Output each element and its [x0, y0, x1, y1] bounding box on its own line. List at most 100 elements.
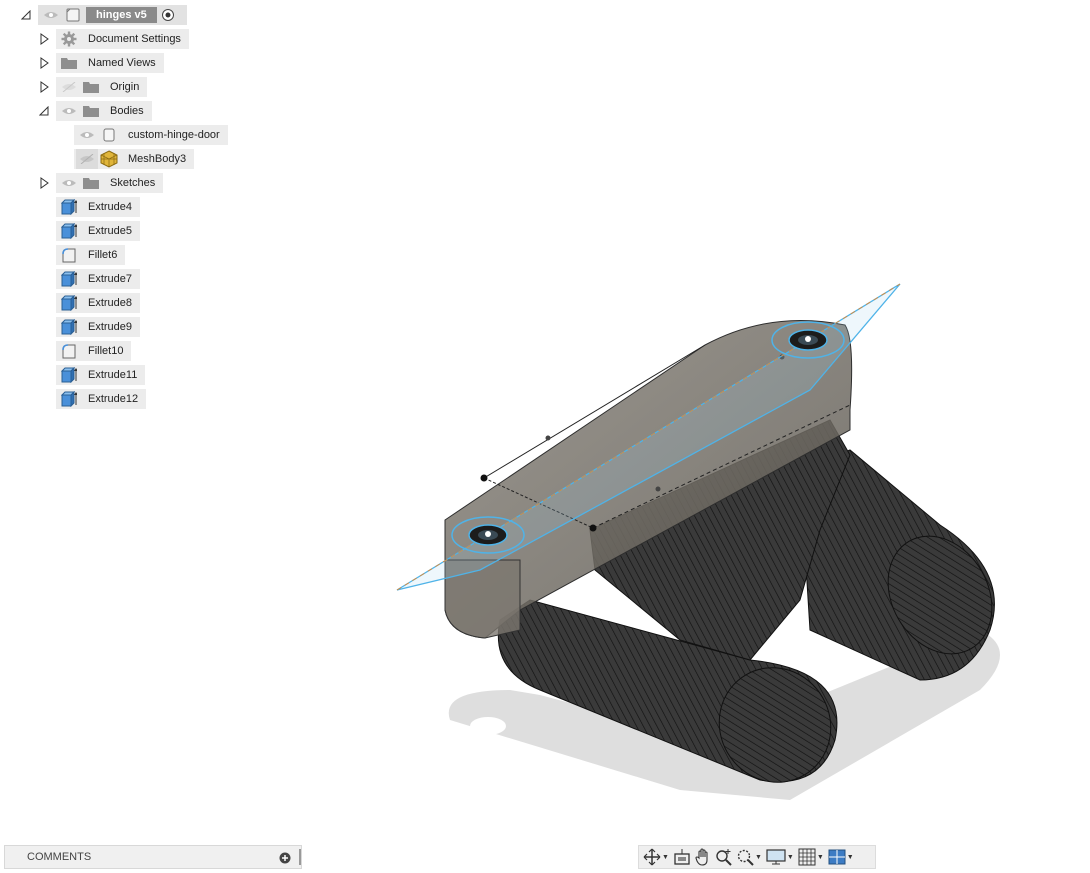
collapse-triangle-icon[interactable]: [20, 8, 32, 22]
zoom-button[interactable]: [715, 846, 733, 868]
look-at-button[interactable]: [673, 846, 691, 868]
add-comment-icon[interactable]: [279, 852, 291, 864]
eye-icon[interactable]: [40, 5, 62, 25]
item-chip: Extrude8: [56, 293, 141, 313]
caret-down-icon[interactable]: ▼: [847, 854, 854, 861]
comments-label: COMMENTS: [27, 851, 92, 863]
component-icon: [62, 5, 84, 25]
fillet-icon: [58, 245, 80, 265]
item-chip: Sketches: [56, 173, 164, 193]
display-settings-button[interactable]: ▼: [766, 846, 795, 868]
feature-label: Extrude9: [88, 321, 133, 333]
caret-down-icon[interactable]: ▼: [787, 854, 794, 861]
caret-down-icon[interactable]: ▼: [817, 854, 824, 861]
eye-hidden-icon[interactable]: [76, 149, 98, 169]
item-chip: custom-hinge-door: [74, 125, 228, 145]
browser-item-bodies[interactable]: Bodies: [38, 101, 152, 121]
body-icon: [98, 125, 120, 145]
item-chip: Extrude11: [56, 365, 146, 385]
shadow-hole: [470, 717, 506, 735]
folder-icon: [58, 53, 80, 73]
item-chip: Extrude7: [56, 269, 141, 289]
pan-button[interactable]: [694, 846, 712, 868]
browser-item-sketches[interactable]: Sketches: [38, 173, 164, 193]
feature-item[interactable]: Fillet10: [56, 341, 132, 361]
feature-item[interactable]: Extrude12: [56, 389, 147, 409]
eye-icon[interactable]: [76, 125, 98, 145]
folder-icon: [80, 101, 102, 121]
feature-item[interactable]: Extrude7: [56, 269, 141, 289]
feature-label: Extrude12: [88, 393, 139, 405]
model-viewport[interactable]: [380, 270, 1020, 810]
zoom-icon: [716, 849, 732, 866]
collapse-triangle-icon[interactable]: [38, 104, 50, 118]
feature-label: Extrude7: [88, 273, 133, 285]
feature-item[interactable]: Extrude4: [56, 197, 141, 217]
feature-item[interactable]: Extrude8: [56, 293, 141, 313]
activate-radio-icon[interactable]: [157, 5, 179, 25]
caret-down-icon[interactable]: ▼: [662, 854, 669, 861]
browser-item-label: custom-hinge-door: [128, 129, 220, 141]
eye-icon[interactable]: [58, 101, 80, 121]
navigation-toolbar: ▼ ▼ ▼ ▼ ▼: [638, 845, 876, 869]
eye-hidden-icon[interactable]: [58, 77, 80, 97]
extrude-icon: [58, 221, 80, 241]
hand-icon: [695, 848, 708, 866]
caret-down-icon[interactable]: ▼: [755, 854, 762, 861]
document-title: hinges v5: [86, 7, 157, 23]
grid-settings-button[interactable]: ▼: [798, 846, 825, 868]
gear-icon: [58, 29, 80, 49]
browser-item-custom-hinge-door[interactable]: custom-hinge-door: [74, 125, 228, 145]
feature-item[interactable]: Fillet6: [56, 245, 126, 265]
browser-item-named-views[interactable]: Named Views: [38, 53, 164, 73]
browser-tree: hinges v5 Document Settings Named Views …: [0, 0, 300, 420]
item-chip: MeshBody3: [74, 149, 195, 169]
feature-label: Extrude5: [88, 225, 133, 237]
browser-item-label: Document Settings: [88, 33, 181, 45]
browser-item-label: Named Views: [88, 57, 156, 69]
item-chip: Extrude9: [56, 317, 141, 337]
browser-root-row[interactable]: hinges v5: [20, 5, 187, 25]
browser-item-label: Origin: [110, 81, 140, 93]
orbit-button[interactable]: ▼: [643, 846, 670, 868]
folder-icon: [80, 173, 102, 193]
extrude-icon: [58, 389, 80, 409]
extrude-icon: [58, 197, 80, 217]
browser-item-origin[interactable]: Origin: [38, 77, 148, 97]
zoom-window-icon: [737, 849, 754, 866]
extrude-icon: [58, 365, 80, 385]
panel-resize-handle[interactable]: [299, 849, 301, 865]
browser-item-label: MeshBody3: [128, 153, 187, 165]
expand-triangle-icon[interactable]: [38, 32, 50, 46]
browser-item-meshbody3[interactable]: MeshBody3: [74, 149, 195, 169]
expand-triangle-icon[interactable]: [38, 80, 50, 94]
feature-label: Extrude11: [88, 369, 138, 381]
fit-button[interactable]: ▼: [736, 846, 763, 868]
feature-label: Fillet10: [88, 345, 124, 357]
item-chip: Extrude12: [56, 389, 147, 409]
feature-item[interactable]: Extrude11: [56, 365, 146, 385]
feature-label: Fillet6: [88, 249, 118, 261]
browser-root-chip[interactable]: hinges v5: [38, 5, 187, 25]
feature-label: Extrude4: [88, 201, 133, 213]
item-chip: Fillet6: [56, 245, 126, 265]
extrude-icon: [58, 269, 80, 289]
viewports-button[interactable]: ▼: [828, 846, 855, 868]
expand-triangle-icon[interactable]: [38, 176, 50, 190]
feature-item[interactable]: Extrude9: [56, 317, 141, 337]
item-chip: Extrude4: [56, 197, 141, 217]
comments-panel[interactable]: COMMENTS: [4, 845, 302, 869]
item-chip: Fillet10: [56, 341, 132, 361]
item-chip: Named Views: [56, 53, 164, 73]
expand-triangle-icon[interactable]: [38, 56, 50, 70]
viewports-icon: [828, 849, 846, 865]
item-chip: Extrude5: [56, 221, 141, 241]
item-chip: Origin: [56, 77, 148, 97]
eye-icon[interactable]: [58, 173, 80, 193]
feature-item[interactable]: Extrude5: [56, 221, 141, 241]
extrude-icon: [58, 317, 80, 337]
browser-item-document-settings[interactable]: Document Settings: [38, 29, 189, 49]
grid-icon: [798, 848, 816, 866]
mesh-body-icon: [98, 149, 120, 169]
hinge-model-render[interactable]: [380, 270, 1020, 810]
